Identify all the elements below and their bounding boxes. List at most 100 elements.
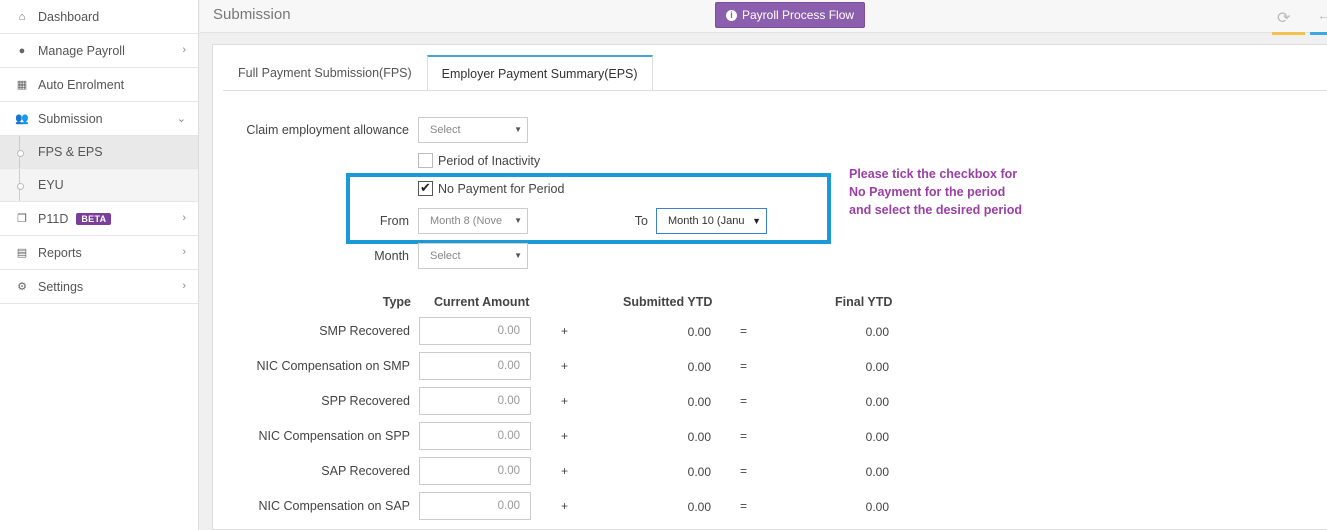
plus-sign: + (561, 429, 569, 443)
note-line: Please tick the checkbox for (849, 167, 1018, 181)
blue-indicator (1310, 32, 1327, 35)
gear-icon: ⚙ (17, 281, 27, 293)
payroll-process-flow-label: Payroll Process Flow (742, 8, 855, 22)
chevron-right-icon: › (182, 44, 186, 56)
column-header-current: Current Amount (434, 295, 530, 309)
current-amount-input[interactable]: 0.00 (419, 492, 531, 520)
final-ytd-value: 0.00 (865, 465, 889, 479)
submitted-ytd-value: 0.00 (687, 500, 711, 514)
tab-eps[interactable]: Employer Payment Summary(EPS) (426, 55, 653, 91)
row-type-label: NIC Compensation on SAP (258, 499, 410, 513)
sidebar-item-p11d[interactable]: ❐ P11D BETA › (0, 202, 198, 236)
caret-down-icon: ▼ (514, 125, 522, 134)
tab-fps[interactable]: Full Payment Submission(FPS) (223, 55, 427, 91)
tree-dot-icon (17, 169, 24, 201)
chevron-right-icon: › (182, 246, 186, 258)
month-select[interactable]: Select ▼ (418, 243, 528, 269)
final-ytd-value: 0.00 (865, 325, 889, 339)
sidebar-item-label: Settings (38, 279, 84, 294)
final-ytd-value: 0.00 (865, 360, 889, 374)
equals-sign: = (740, 499, 748, 513)
equals-sign: = (740, 324, 748, 338)
equals-sign: = (740, 359, 748, 373)
sidebar-item-label: Dashboard (38, 9, 100, 24)
claim-allowance-select[interactable]: Select ▼ (418, 117, 528, 143)
plus-sign: + (561, 499, 569, 513)
sidebar-item-eyu[interactable]: EYU (0, 169, 198, 202)
home-icon: ⌂ (18, 10, 26, 23)
tab-divider (223, 90, 1327, 91)
chevron-down-icon: ⌄ (176, 113, 186, 125)
final-ytd-value: 0.00 (865, 395, 889, 409)
beta-badge: BETA (76, 212, 112, 225)
sidebar-item-label: Manage Payroll (38, 43, 125, 58)
period-inactivity-label: Period of Inactivity (438, 154, 541, 168)
row-type-label: SPP Recovered (321, 394, 410, 408)
current-amount-input[interactable]: 0.00 (419, 422, 531, 450)
note-line: No Payment for the period (849, 185, 1006, 199)
sidebar-item-label: P11D (38, 211, 69, 226)
submission-panel: Full Payment Submission(FPS) Employer Pa… (212, 44, 1327, 530)
sidebar-item-settings[interactable]: ⚙ Settings › (0, 270, 198, 304)
plus-sign: + (561, 359, 569, 373)
sidebar-item-label: Auto Enrolment (38, 77, 125, 92)
plus-sign: + (561, 394, 569, 408)
note-line: and select the desired period (849, 203, 1022, 217)
grid-icon: ▦ (16, 79, 28, 91)
yellow-indicator (1272, 32, 1305, 35)
highlight-box (346, 173, 831, 244)
page-title: Submission (213, 6, 291, 23)
row-type-label: NIC Compensation on SMP (256, 359, 410, 373)
current-amount-input[interactable]: 0.00 (419, 457, 531, 485)
sidebar-item-label: Submission (38, 111, 103, 126)
sidebar-item-label: FPS & EPS (38, 145, 103, 159)
plus-sign: + (561, 324, 569, 338)
submitted-ytd-value: 0.00 (687, 360, 711, 374)
chevron-right-icon: › (182, 280, 186, 292)
chevron-right-icon: › (182, 212, 186, 224)
tab-bar: Full Payment Submission(FPS) Employer Pa… (223, 55, 653, 91)
sidebar-item-label: Reports (38, 245, 82, 260)
submitted-ytd-value: 0.00 (687, 430, 711, 444)
equals-sign: = (740, 429, 748, 443)
current-amount-input[interactable]: 0.00 (419, 317, 531, 345)
payroll-process-flow-button[interactable]: i Payroll Process Flow (715, 2, 866, 28)
submitted-ytd-value: 0.00 (687, 465, 711, 479)
row-type-label: NIC Compensation on SPP (258, 429, 410, 443)
sidebar-item-auto-enrolment[interactable]: ▦ Auto Enrolment (0, 68, 198, 102)
submitted-ytd-value: 0.00 (687, 325, 711, 339)
current-amount-input[interactable]: 0.00 (419, 352, 531, 380)
submitted-ytd-value: 0.00 (687, 395, 711, 409)
month-label: Month (374, 249, 409, 263)
page-header: Submission i Payroll Process Flow ⟳ ← (200, 0, 1327, 35)
row-type-label: SAP Recovered (321, 464, 410, 478)
plus-sign: + (561, 464, 569, 478)
sidebar-item-submission[interactable]: 👥 Submission ⌄ (0, 102, 198, 136)
select-value: Select (430, 124, 461, 136)
period-inactivity-checkbox[interactable] (418, 153, 433, 168)
sidebar-item-manage-payroll[interactable]: ● Manage Payroll › (0, 34, 198, 68)
final-ytd-value: 0.00 (865, 430, 889, 444)
user-icon: ● (18, 44, 26, 57)
row-type-label: SMP Recovered (319, 324, 410, 338)
sidebar-item-reports[interactable]: ▤ Reports › (0, 236, 198, 270)
equals-sign: = (740, 394, 748, 408)
equals-sign: = (740, 464, 748, 478)
sidebar-item-fps-eps[interactable]: FPS & EPS (0, 136, 198, 169)
column-header-submitted: Submitted YTD (623, 295, 713, 309)
caret-down-icon: ▼ (514, 251, 522, 260)
tree-dot-icon (17, 136, 24, 168)
copy-icon: ❐ (17, 213, 27, 225)
report-icon: ▤ (16, 247, 28, 259)
claim-allowance-label: Claim employment allowance (246, 123, 409, 137)
arrow-left-icon[interactable]: ← (1317, 7, 1327, 23)
info-icon: i (726, 9, 737, 21)
current-amount-input[interactable]: 0.00 (419, 387, 531, 415)
refresh-icon[interactable]: ⟳ (1277, 8, 1290, 28)
sidebar-item-dashboard[interactable]: ⌂ Dashboard (0, 0, 198, 34)
sidebar: ⌂ Dashboard ● Manage Payroll › ▦ Auto En… (0, 0, 199, 530)
instruction-note: Please tick the checkbox for No Payment … (849, 165, 1022, 219)
final-ytd-value: 0.00 (865, 500, 889, 514)
column-header-final: Final YTD (835, 295, 893, 309)
users-icon: 👥 (15, 113, 29, 125)
